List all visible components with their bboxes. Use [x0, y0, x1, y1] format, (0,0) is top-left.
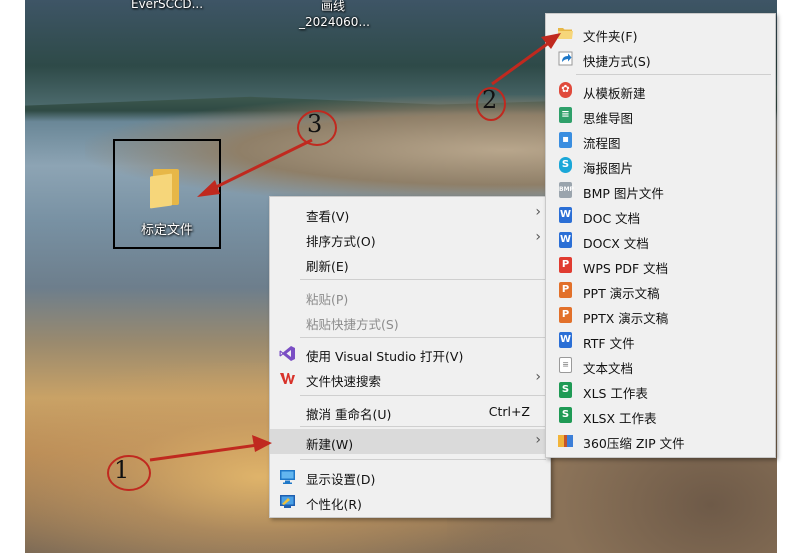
- desktop-icon-label[interactable]: 画线: [321, 0, 345, 14]
- doc-icon: W: [557, 207, 574, 224]
- submenu-item-pptx[interactable]: P PPTX 演示文稿: [546, 303, 775, 328]
- menu-divider: [300, 426, 546, 427]
- submenu-item-bmp[interactable]: BMP BMP 图片文件: [546, 178, 775, 203]
- menu-item-refresh[interactable]: 刷新(E): [270, 251, 550, 276]
- submenu-item-doc[interactable]: W DOC 文档: [546, 203, 775, 228]
- chevron-right-icon: ›: [535, 229, 541, 245]
- submenu-item-360zip[interactable]: 360压缩 ZIP 文件: [546, 428, 775, 453]
- submenu-item-label: 文本文档: [583, 361, 634, 376]
- wps-icon: [279, 370, 296, 387]
- submenu-item-label: WPS PDF 文档: [583, 261, 669, 276]
- submenu-item-folder[interactable]: 文件夹(F): [546, 21, 775, 46]
- pdf-icon: P: [557, 257, 574, 274]
- submenu-item-label: BMP 图片文件: [583, 186, 664, 201]
- submenu-item-label: RTF 文件: [583, 336, 635, 351]
- menu-item-display-settings[interactable]: 显示设置(D): [270, 464, 550, 489]
- submenu-item-text[interactable]: ≡ 文本文档: [546, 353, 775, 378]
- rtf-icon: W: [557, 332, 574, 349]
- annotation-step-2: 2: [482, 86, 498, 114]
- menu-item-label: 个性化(R): [306, 497, 362, 512]
- menu-item-label: 显示设置(D): [306, 472, 376, 487]
- menu-item-label: 排序方式(O): [306, 234, 376, 249]
- submenu-item-label: 快捷方式(S): [583, 54, 651, 69]
- new-submenu: 文件夹(F) 快捷方式(S) ✿ 从模板新建 ≡ 思维导图 ▪ 流程图 S 海报…: [545, 13, 776, 458]
- menu-item-shortcut: Ctrl+Z: [488, 404, 530, 419]
- template-icon: ✿: [557, 82, 574, 99]
- display-icon: [279, 468, 296, 485]
- menu-item-personalize[interactable]: 个性化(R): [270, 489, 550, 514]
- menu-item-label: 查看(V): [306, 209, 350, 224]
- submenu-item-label: 360压缩 ZIP 文件: [583, 436, 685, 451]
- ppt-icon: P: [557, 282, 574, 299]
- folder-icon: [557, 25, 574, 42]
- menu-item-paste[interactable]: 粘贴(P): [270, 284, 550, 309]
- docx-icon: W: [557, 232, 574, 249]
- submenu-item-wps-pdf[interactable]: P WPS PDF 文档: [546, 253, 775, 278]
- menu-divider: [576, 74, 771, 75]
- submenu-item-label: XLSX 工作表: [583, 411, 657, 426]
- submenu-item-label: XLS 工作表: [583, 386, 648, 401]
- submenu-item-label: PPT 演示文稿: [583, 286, 660, 301]
- menu-item-label: 使用 Visual Studio 打开(V): [306, 349, 464, 364]
- desktop-context-menu: 查看(V) › 排序方式(O) › 刷新(E) 粘贴(P) 粘贴快捷方式(S) …: [269, 196, 551, 518]
- menu-item-wps-search[interactable]: 文件快速搜索 ›: [270, 366, 550, 391]
- zip-icon: [557, 432, 574, 449]
- xls-icon: S: [557, 382, 574, 399]
- menu-item-label: 新建(W): [306, 437, 354, 452]
- txt-icon: ≡: [557, 357, 574, 374]
- desktop-icon-label[interactable]: _2024060...: [299, 15, 370, 29]
- chevron-right-icon: ›: [535, 204, 541, 220]
- chevron-right-icon: ›: [535, 369, 541, 385]
- poster-icon: S: [557, 157, 574, 174]
- annotation-step-1: 1: [114, 456, 130, 484]
- submenu-item-docx[interactable]: W DOCX 文档: [546, 228, 775, 253]
- submenu-item-rtf[interactable]: W RTF 文件: [546, 328, 775, 353]
- chevron-right-icon: ›: [535, 432, 541, 448]
- menu-item-label: 刷新(E): [306, 259, 349, 274]
- flowchart-icon: ▪: [557, 132, 574, 149]
- submenu-item-xls[interactable]: S XLS 工作表: [546, 378, 775, 403]
- submenu-item-label: 思维导图: [583, 111, 634, 126]
- desktop-icon-label[interactable]: EverSCCD...: [131, 0, 203, 11]
- menu-item-label: 粘贴快捷方式(S): [306, 317, 399, 332]
- submenu-item-label: PPTX 演示文稿: [583, 311, 669, 326]
- selected-folder-label[interactable]: 标定文件: [113, 219, 221, 238]
- annotation-step-3: 3: [307, 110, 323, 138]
- menu-item-view[interactable]: 查看(V) ›: [270, 201, 550, 226]
- menu-divider: [300, 395, 546, 396]
- submenu-item-label: 文件夹(F): [583, 29, 638, 44]
- menu-item-new[interactable]: 新建(W) ›: [270, 429, 550, 454]
- submenu-item-shortcut[interactable]: 快捷方式(S): [546, 46, 775, 71]
- shortcut-icon: [557, 50, 574, 67]
- submenu-item-poster[interactable]: S 海报图片: [546, 153, 775, 178]
- submenu-item-ppt[interactable]: P PPT 演示文稿: [546, 278, 775, 303]
- submenu-item-label: 从模板新建: [583, 86, 646, 101]
- visual-studio-icon: [279, 345, 296, 362]
- submenu-item-mindmap[interactable]: ≡ 思维导图: [546, 103, 775, 128]
- menu-item-label: 文件快速搜索: [306, 374, 382, 389]
- menu-item-label: 粘贴(P): [306, 292, 349, 307]
- menu-item-sort[interactable]: 排序方式(O) ›: [270, 226, 550, 251]
- menu-item-paste-shortcut[interactable]: 粘贴快捷方式(S): [270, 309, 550, 334]
- menu-item-open-visual-studio[interactable]: 使用 Visual Studio 打开(V): [270, 341, 550, 366]
- mindmap-icon: ≡: [557, 107, 574, 124]
- menu-divider: [300, 337, 546, 338]
- submenu-item-flowchart[interactable]: ▪ 流程图: [546, 128, 775, 153]
- personalize-icon: [279, 493, 296, 510]
- pptx-icon: P: [557, 307, 574, 324]
- submenu-item-label: 流程图: [583, 136, 621, 151]
- submenu-item-xlsx[interactable]: S XLSX 工作表: [546, 403, 775, 428]
- bmp-icon: BMP: [557, 182, 574, 199]
- menu-divider: [300, 279, 546, 280]
- menu-item-label: 撤消 重命名(U): [306, 407, 392, 422]
- submenu-item-from-template[interactable]: ✿ 从模板新建: [546, 78, 775, 103]
- xlsx-icon: S: [557, 407, 574, 424]
- submenu-item-label: DOCX 文档: [583, 236, 649, 251]
- menu-divider: [300, 459, 546, 460]
- folder-icon[interactable]: [150, 167, 182, 209]
- menu-item-undo-rename[interactable]: 撤消 重命名(U) Ctrl+Z: [270, 399, 550, 424]
- submenu-item-label: 海报图片: [583, 161, 634, 176]
- submenu-item-label: DOC 文档: [583, 211, 641, 226]
